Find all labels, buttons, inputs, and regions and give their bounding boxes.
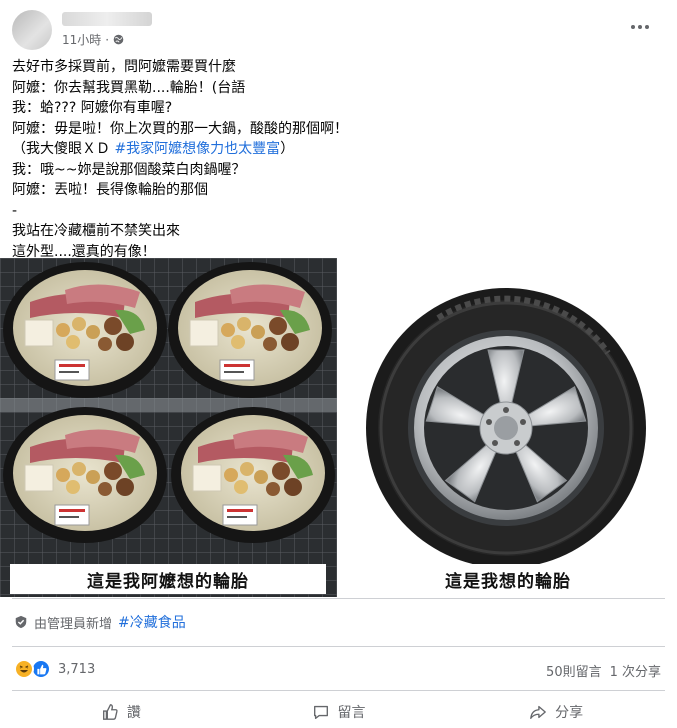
action-bar: 讚 留言 分享 [12, 696, 665, 728]
engagement-counts: 50則留言 1 次分享 [546, 661, 661, 680]
reactions-summary[interactable]: 3,713 [14, 659, 95, 679]
more-icon-dot [645, 25, 649, 29]
tire-illustration [366, 288, 646, 568]
meta-separator: · [105, 32, 110, 47]
hashtag-link[interactable]: #我家阿嬤想像力也太豐富 [114, 141, 280, 157]
post-line-with-hashtag: （我大傻眼ＸＤ #我家阿嬤想像力也太豐富） [12, 139, 632, 160]
admin-label: 由管理員新增 [34, 616, 113, 632]
post-meta: 11小時 · [62, 31, 124, 48]
reaction-icons [14, 659, 52, 679]
post-line-prefix: （我大傻眼ＸＤ [12, 141, 115, 157]
post-line: 阿嬤：丟啦！長得像輪胎的那個 [12, 182, 208, 198]
comment-icon [313, 705, 328, 719]
hotpot-photo[interactable]: 這是我阿嬤想的輪胎 [0, 258, 337, 597]
right-caption: 這是我想的輪胎 [408, 564, 608, 594]
post-line: 我站在冷藏櫃前不禁笑出來 [12, 223, 180, 239]
divider [12, 598, 665, 599]
post-text: 去好市多採買前，問阿嬤需要買什麼 阿嬤：你去幫我買黑勒....輪胎！(台語 我：… [12, 57, 632, 262]
tire-photo[interactable]: 這是我想的輪胎 [338, 258, 677, 597]
left-caption: 這是我阿嬤想的輪胎 [10, 564, 326, 594]
divider [12, 646, 665, 647]
more-options-button[interactable] [625, 16, 655, 38]
like-button[interactable]: 讚 [12, 696, 230, 728]
post-line: 去好市多採買前，問阿嬤需要買什麼 [12, 59, 236, 75]
admin-note: 由管理員新增 #冷藏食品 [14, 612, 186, 632]
share-label: 分享 [555, 705, 584, 721]
like-icon [102, 704, 118, 720]
post-line-suffix: ） [280, 141, 295, 157]
topic-hashtag[interactable]: #冷藏食品 [118, 612, 186, 632]
post-timestamp[interactable]: 11小時 [62, 31, 101, 48]
share-icon [530, 705, 547, 719]
haha-icon [14, 659, 34, 679]
post-line: - [12, 202, 18, 219]
post-line: 阿嬤：毋是啦！你上次買的那一大鍋，酸酸的那個啊！ [12, 120, 348, 137]
comment-button[interactable]: 留言 [230, 696, 448, 728]
hotpot-illustration [0, 258, 337, 597]
comment-label: 留言 [337, 705, 366, 721]
share-count[interactable]: 1 次分享 [610, 661, 661, 680]
more-icon-dot [631, 25, 635, 29]
avatar[interactable] [12, 10, 52, 50]
divider [12, 690, 665, 691]
like-icon [31, 659, 51, 679]
comment-count[interactable]: 50則留言 [546, 661, 602, 680]
like-label: 讚 [126, 705, 141, 721]
post-card: 11小時 · 去好市多採買前，問阿嬤需要買什麼 阿嬤：你去幫我買黑勒....輪胎… [0, 0, 677, 727]
reaction-count[interactable]: 3,713 [58, 662, 95, 677]
post-line: 阿嬤：你去幫我買黑勒....輪胎！(台語 [12, 79, 246, 96]
more-icon-dot [638, 25, 642, 29]
globe-icon[interactable] [113, 34, 124, 45]
post-line: 我：哦~~妳是說那個酸菜白肉鍋喔？ [12, 161, 246, 178]
author-name-blurred[interactable] [62, 12, 152, 26]
post-line: 我：蛤??? 阿嬤你有車喔? [12, 100, 173, 116]
share-button[interactable]: 分享 [447, 696, 665, 728]
shield-icon [15, 615, 27, 629]
